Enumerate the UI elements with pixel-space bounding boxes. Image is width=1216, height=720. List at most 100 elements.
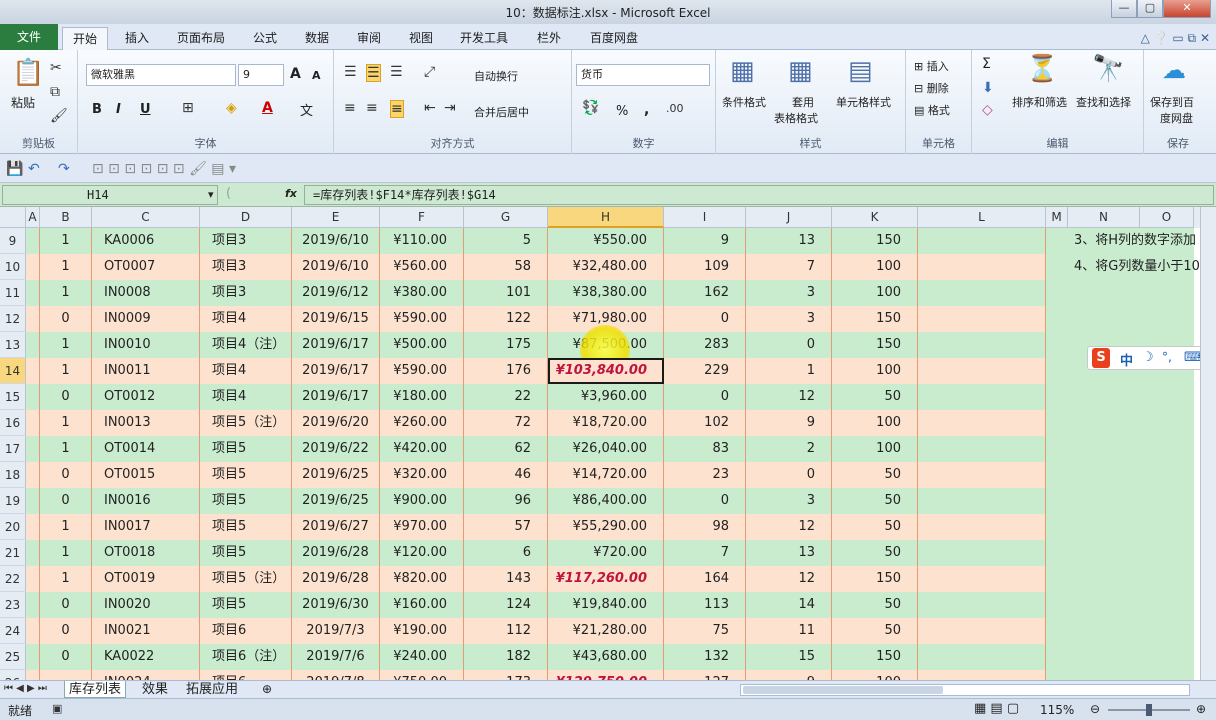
- zoom-out-icon[interactable]: ⊖: [1090, 702, 1100, 716]
- cell-j[interactable]: 3: [746, 280, 832, 306]
- redo-icon[interactable]: ↷: [58, 161, 70, 177]
- cell-e[interactable]: 2019/6/10: [292, 228, 380, 254]
- cell-i[interactable]: 109: [664, 254, 746, 280]
- zoom-slider-thumb[interactable]: [1146, 704, 1152, 716]
- moon-icon[interactable]: ☽: [1142, 350, 1154, 365]
- macro-record-icon[interactable]: ▣: [52, 702, 62, 715]
- cell-h[interactable]: ¥32,480.00: [548, 254, 664, 280]
- cell-k[interactable]: 50: [832, 488, 918, 514]
- cell-b[interactable]: 1: [40, 332, 92, 358]
- cell-b[interactable]: 1: [40, 254, 92, 280]
- bold-button[interactable]: B: [92, 102, 102, 117]
- tab-home[interactable]: 开始: [62, 27, 108, 50]
- cell-i[interactable]: 164: [664, 566, 746, 592]
- row-header[interactable]: 9: [0, 228, 26, 254]
- cell-c[interactable]: IN0010: [92, 332, 200, 358]
- ime-toolbar[interactable]: S 中 ☽ °, ⌨: [1087, 346, 1205, 370]
- cell-d[interactable]: 项目3: [200, 228, 292, 254]
- cell-a[interactable]: [26, 566, 40, 592]
- table-format-icon[interactable]: ▦: [788, 56, 813, 86]
- cell-m[interactable]: [1046, 618, 1068, 644]
- cell-n[interactable]: [1068, 462, 1140, 488]
- cell-f[interactable]: ¥590.00: [380, 306, 464, 332]
- cell-m[interactable]: [1046, 254, 1068, 280]
- column-header-n[interactable]: N: [1068, 207, 1140, 228]
- cell-g[interactable]: 176: [464, 358, 548, 384]
- row-header[interactable]: 16: [0, 410, 26, 436]
- cell-g[interactable]: 57: [464, 514, 548, 540]
- cell-j[interactable]: 11: [746, 618, 832, 644]
- cell-f[interactable]: ¥180.00: [380, 384, 464, 410]
- cell-n[interactable]: [1068, 540, 1140, 566]
- cell-e[interactable]: 2019/6/30: [292, 592, 380, 618]
- cell-m[interactable]: [1046, 488, 1068, 514]
- cell-m[interactable]: [1046, 540, 1068, 566]
- cell-f[interactable]: ¥820.00: [380, 566, 464, 592]
- cell-d[interactable]: 项目3: [200, 280, 292, 306]
- column-header-o[interactable]: O: [1140, 207, 1194, 228]
- column-header-g[interactable]: G: [464, 207, 548, 228]
- cell-i[interactable]: 132: [664, 644, 746, 670]
- cell-n[interactable]: [1068, 670, 1140, 680]
- wrap-text-button[interactable]: 自动换行: [474, 68, 518, 84]
- cell-a[interactable]: [26, 436, 40, 462]
- cell-a[interactable]: [26, 644, 40, 670]
- cell-l[interactable]: [918, 436, 1046, 462]
- cell-f[interactable]: ¥420.00: [380, 436, 464, 462]
- align-center-icon[interactable]: ≡: [366, 100, 378, 116]
- cell-k[interactable]: 100: [832, 280, 918, 306]
- column-header-k[interactable]: K: [832, 207, 918, 228]
- cell-o[interactable]: [1140, 566, 1194, 592]
- cell-a[interactable]: [26, 618, 40, 644]
- cell-f[interactable]: ¥320.00: [380, 462, 464, 488]
- cell-l[interactable]: [918, 358, 1046, 384]
- cell-e[interactable]: 2019/6/28: [292, 566, 380, 592]
- cell-d[interactable]: 项目5: [200, 540, 292, 566]
- cell-g[interactable]: 143: [464, 566, 548, 592]
- cell-m[interactable]: [1046, 670, 1068, 680]
- font-family-select[interactable]: 微软雅黑: [86, 64, 236, 86]
- cell-m[interactable]: [1046, 462, 1068, 488]
- column-header-j[interactable]: J: [746, 207, 832, 228]
- cell-b[interactable]: 1: [40, 436, 92, 462]
- cell-m[interactable]: [1046, 306, 1068, 332]
- column-header-b[interactable]: B: [40, 207, 92, 228]
- cell-f[interactable]: ¥560.00: [380, 254, 464, 280]
- tab-review[interactable]: 审阅: [346, 27, 392, 50]
- cell-g[interactable]: 112: [464, 618, 548, 644]
- cell-l[interactable]: [918, 280, 1046, 306]
- cell-a[interactable]: [26, 670, 40, 680]
- column-header-e[interactable]: E: [292, 207, 380, 228]
- cell-k[interactable]: 150: [832, 306, 918, 332]
- cell-h[interactable]: ¥26,040.00: [548, 436, 664, 462]
- cell-e[interactable]: 2019/6/20: [292, 410, 380, 436]
- merge-center-button[interactable]: 合并后居中: [474, 104, 529, 120]
- orientation-icon[interactable]: ⤢: [424, 64, 435, 80]
- cell-a[interactable]: [26, 254, 40, 280]
- cell-e[interactable]: 2019/7/3: [292, 618, 380, 644]
- autosum-button[interactable]: Σ: [982, 56, 991, 72]
- column-header-i[interactable]: I: [664, 207, 746, 228]
- cell-c[interactable]: IN0021: [92, 618, 200, 644]
- tab-formulas[interactable]: 公式: [242, 27, 288, 50]
- cell-o[interactable]: [1140, 514, 1194, 540]
- row-header[interactable]: 15: [0, 384, 26, 410]
- cell-l[interactable]: [918, 592, 1046, 618]
- cell-b[interactable]: 0: [40, 488, 92, 514]
- cell-k[interactable]: 50: [832, 618, 918, 644]
- cell-a[interactable]: [26, 332, 40, 358]
- cell-c[interactable]: OT0007: [92, 254, 200, 280]
- sheet-nav-icons[interactable]: ⏮ ◀ ▶ ⏭: [4, 683, 47, 694]
- cell-b[interactable]: [40, 670, 92, 680]
- cell-g[interactable]: 182: [464, 644, 548, 670]
- cell-b[interactable]: 0: [40, 462, 92, 488]
- cell-i[interactable]: 127: [664, 670, 746, 680]
- align-right-icon[interactable]: ≡: [390, 100, 404, 118]
- cell-e[interactable]: 2019/6/17: [292, 384, 380, 410]
- cell-l[interactable]: [918, 410, 1046, 436]
- cell-c[interactable]: KA0022: [92, 644, 200, 670]
- cell-b[interactable]: 0: [40, 306, 92, 332]
- minimize-button[interactable]: —: [1111, 0, 1137, 18]
- cell-n[interactable]: [1068, 410, 1140, 436]
- cell-e[interactable]: 2019/6/28: [292, 540, 380, 566]
